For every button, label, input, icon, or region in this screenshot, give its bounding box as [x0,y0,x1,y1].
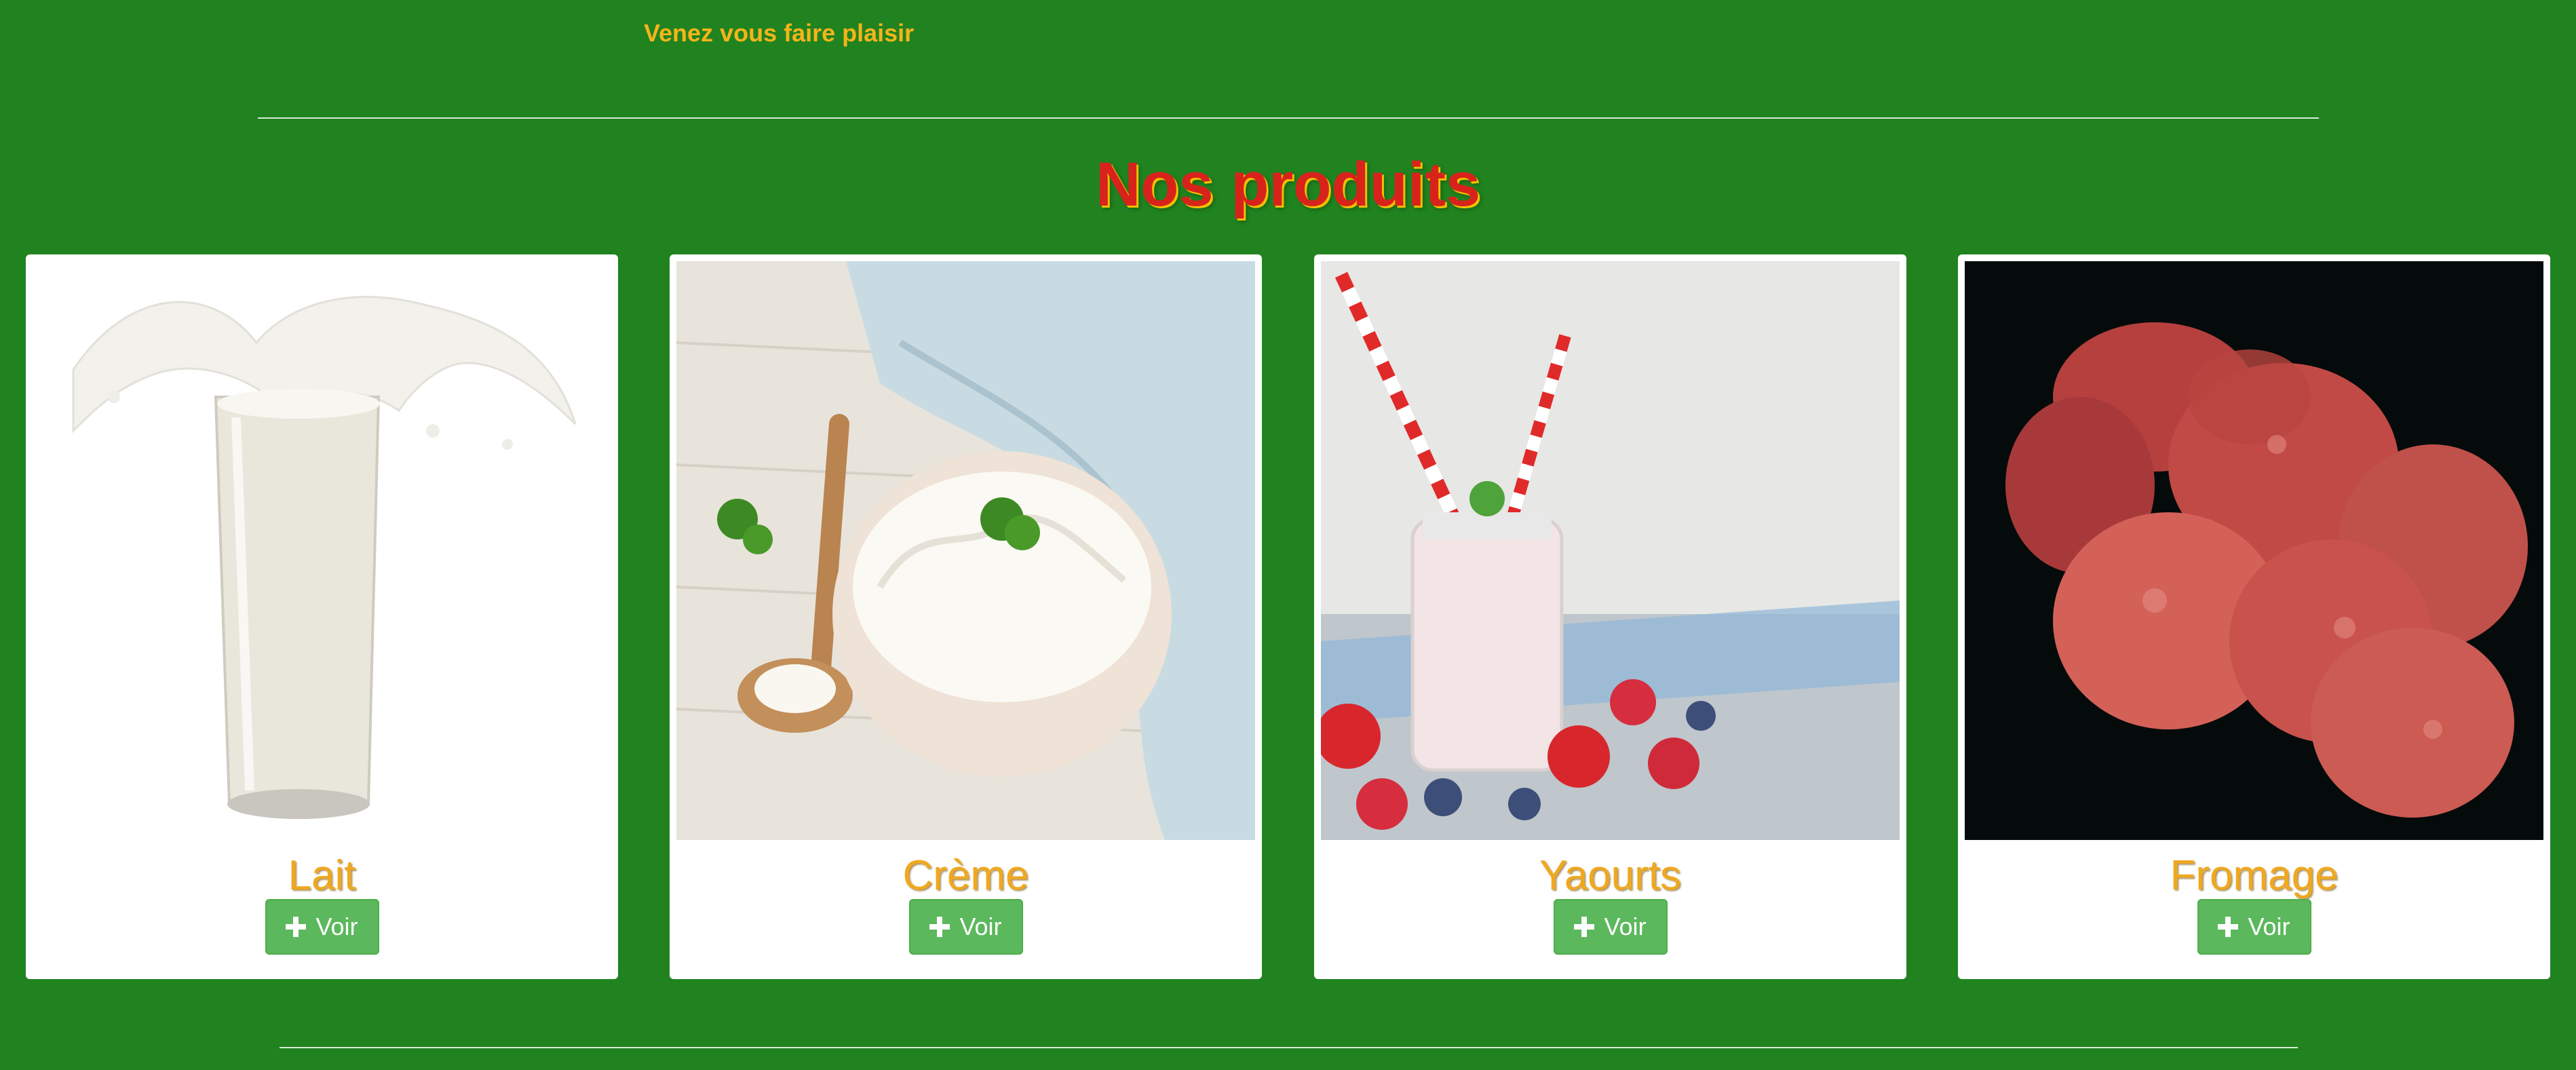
voir-button-fromage[interactable]: Voir [2197,899,2311,955]
plus-icon [286,917,307,937]
product-name: Crème [902,852,1029,899]
product-card-lait: Lait Voir [26,254,618,979]
product-name: Yaourts [1539,852,1682,899]
product-card-fromage: Fromage Voir [1958,254,2550,979]
plus-icon [2218,917,2239,937]
product-image-fromage [1965,261,2543,840]
plus-icon [1574,917,1595,937]
product-name: Fromage [2170,852,2339,899]
voir-button-label: Voir [315,913,358,940]
voir-button-label: Voir [2248,913,2290,940]
product-card-yaourts: Yaourts Voir [1314,254,1906,979]
section-title: Nos produits [1095,150,1481,219]
voir-button-creme[interactable]: Voir [908,899,1023,955]
product-image-yaourts [1321,261,1900,840]
voir-button-label: Voir [959,913,1002,940]
product-name: Lait [288,852,356,899]
product-card-creme: Crème Voir [670,254,1262,979]
voir-button-lait[interactable]: Voir [265,899,379,955]
plus-icon [929,917,950,937]
product-image-creme [676,261,1255,840]
divider-top [258,117,2319,119]
voir-button-yaourts[interactable]: Voir [1553,899,1668,955]
divider-bottom [280,1047,2298,1048]
product-image-lait [33,261,611,840]
site-tagline: Venez vous faire plaisir [644,19,915,47]
voir-button-label: Voir [1604,913,1647,940]
